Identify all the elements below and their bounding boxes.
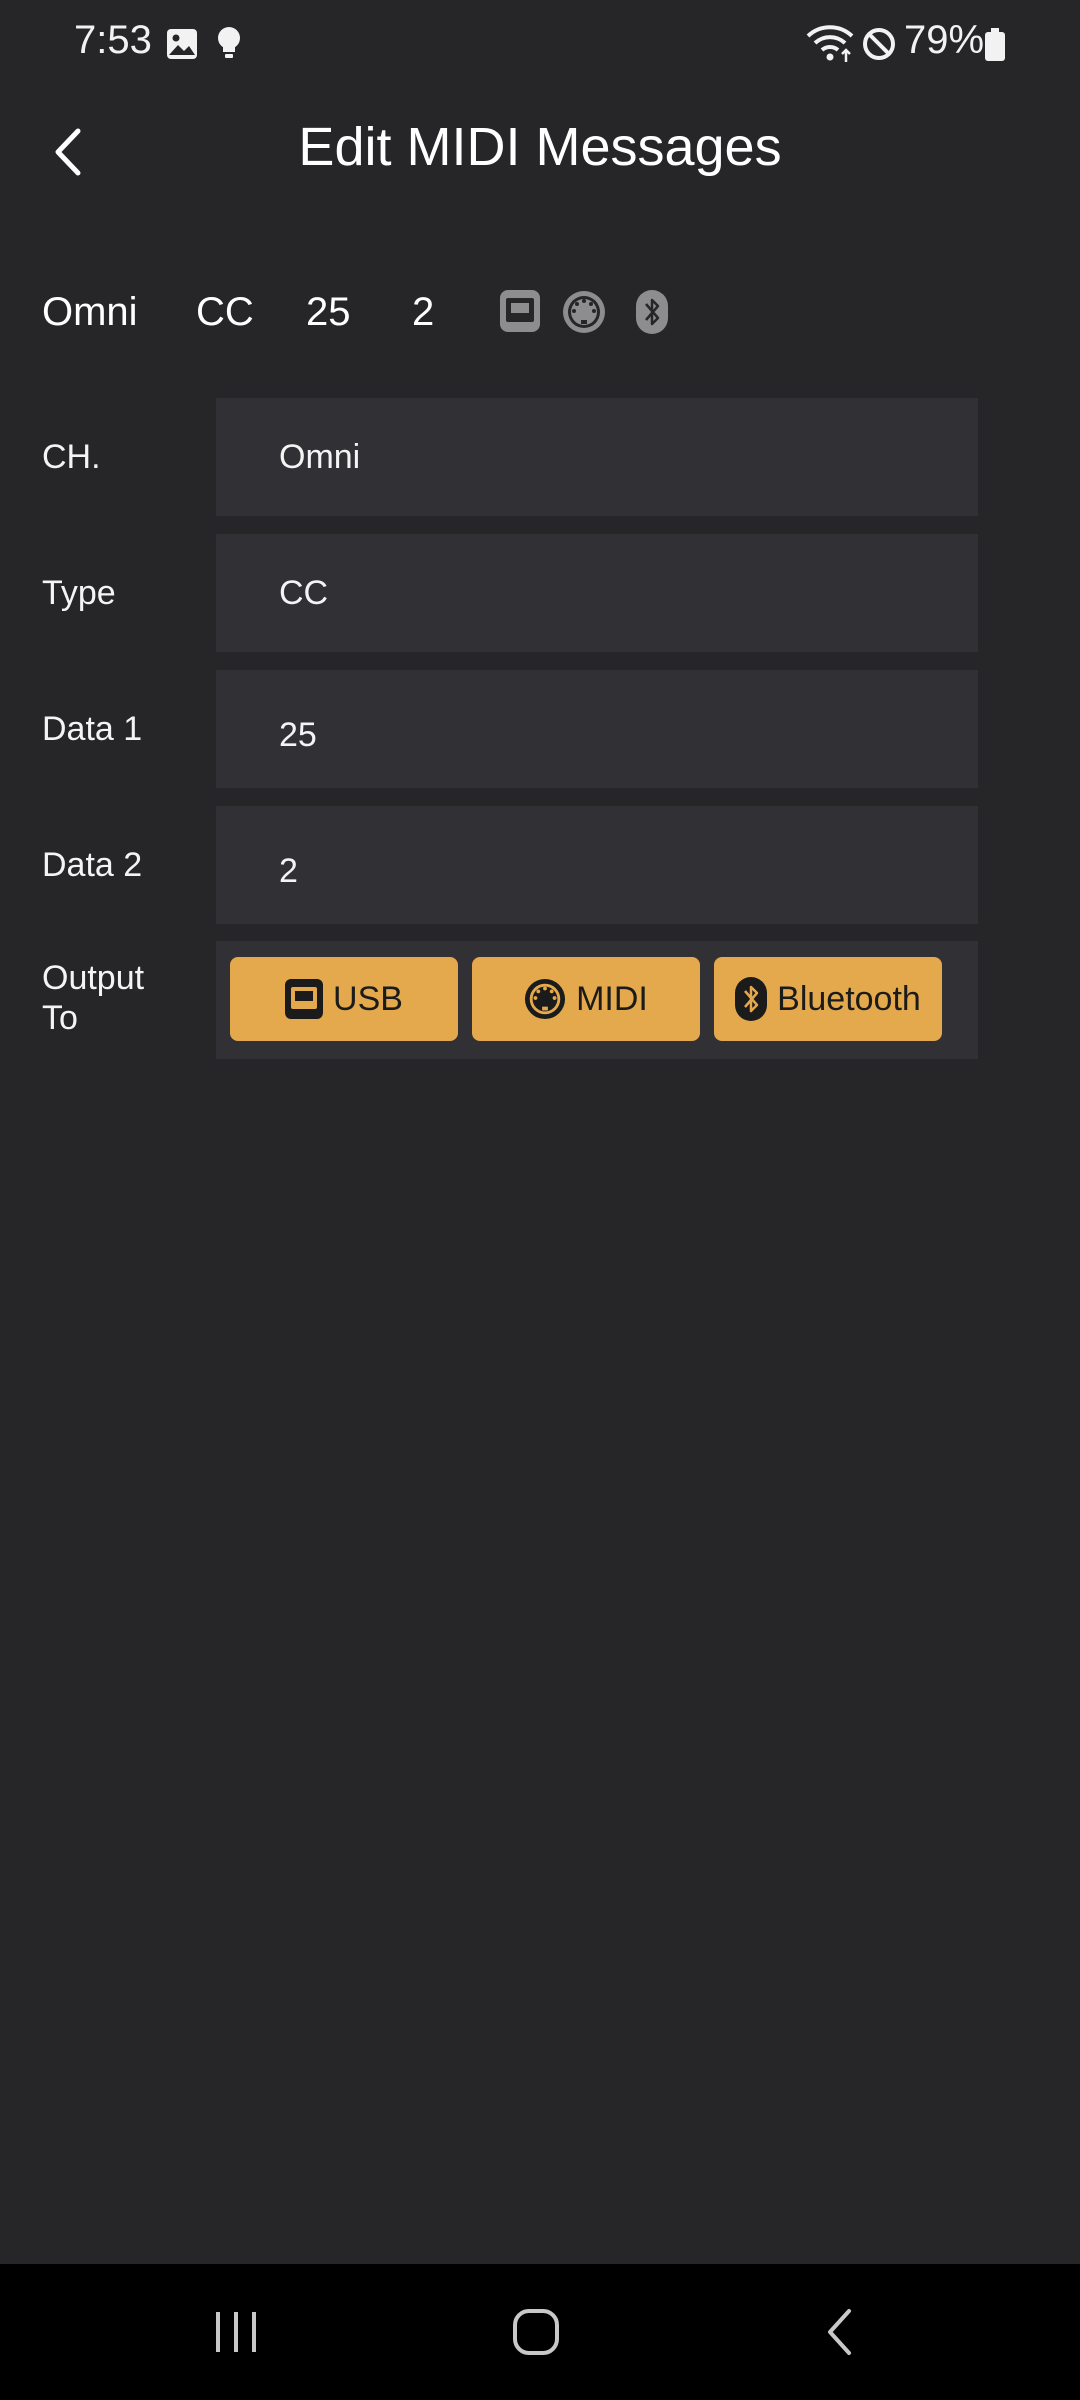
back-icon bbox=[828, 2309, 851, 2355]
data1-label: Data 1 bbox=[42, 710, 143, 748]
system-nav-bar bbox=[0, 2264, 1080, 2400]
battery-percent: 79% bbox=[904, 18, 985, 62]
data2-field[interactable]: 2 bbox=[216, 806, 978, 924]
type-label: Type bbox=[42, 574, 116, 612]
data1-value: 25 bbox=[279, 716, 317, 754]
bulb-icon bbox=[218, 27, 240, 58]
do-not-disturb-icon bbox=[863, 28, 895, 60]
battery-icon bbox=[985, 28, 1005, 61]
gallery-icon bbox=[167, 29, 197, 59]
wifi-icon bbox=[806, 25, 854, 62]
recents-icon bbox=[216, 2312, 256, 2352]
summary-data2: 2 bbox=[412, 290, 435, 334]
summary-data1: 25 bbox=[306, 290, 351, 334]
output-midi-label: MIDI bbox=[576, 979, 648, 1018]
channel-label: CH. bbox=[42, 438, 101, 476]
output-label-line1: Output bbox=[42, 959, 145, 997]
recents-button[interactable] bbox=[156, 2264, 316, 2400]
data2-value: 2 bbox=[279, 852, 298, 890]
output-label-line2: To bbox=[42, 999, 78, 1037]
status-bar: 7:53 79% bbox=[0, 0, 1080, 90]
channel-value: Omni bbox=[279, 438, 361, 476]
data1-field[interactable]: 25 bbox=[216, 670, 978, 788]
type-field[interactable]: CC bbox=[216, 534, 978, 652]
data2-label: Data 2 bbox=[42, 846, 143, 884]
midi-din-icon bbox=[525, 978, 566, 1020]
home-icon bbox=[513, 2309, 559, 2355]
bluetooth-icon bbox=[636, 290, 668, 334]
status-time: 7:53 bbox=[74, 18, 152, 62]
output-bluetooth-button[interactable]: Bluetooth bbox=[714, 957, 942, 1041]
page-title: Edit MIDI Messages bbox=[298, 117, 782, 177]
summary-channel: Omni bbox=[42, 290, 138, 334]
summary-type: CC bbox=[196, 290, 254, 334]
output-midi-button[interactable]: MIDI bbox=[472, 957, 700, 1041]
output-bluetooth-label: Bluetooth bbox=[777, 979, 921, 1018]
bluetooth-icon bbox=[735, 977, 768, 1021]
midi-din-icon bbox=[563, 291, 605, 333]
output-usb-label: USB bbox=[333, 979, 403, 1018]
type-value: CC bbox=[279, 574, 329, 612]
usb-icon bbox=[500, 290, 540, 332]
usb-icon bbox=[285, 979, 324, 1019]
output-options: USB MIDI Bluetooth bbox=[216, 941, 978, 1059]
nav-back-button[interactable] bbox=[760, 2264, 920, 2400]
message-summary: Omni CC 25 2 bbox=[0, 284, 1080, 344]
output-usb-button[interactable]: USB bbox=[230, 957, 458, 1041]
channel-field[interactable]: Omni bbox=[216, 398, 978, 516]
home-button[interactable] bbox=[456, 2264, 616, 2400]
